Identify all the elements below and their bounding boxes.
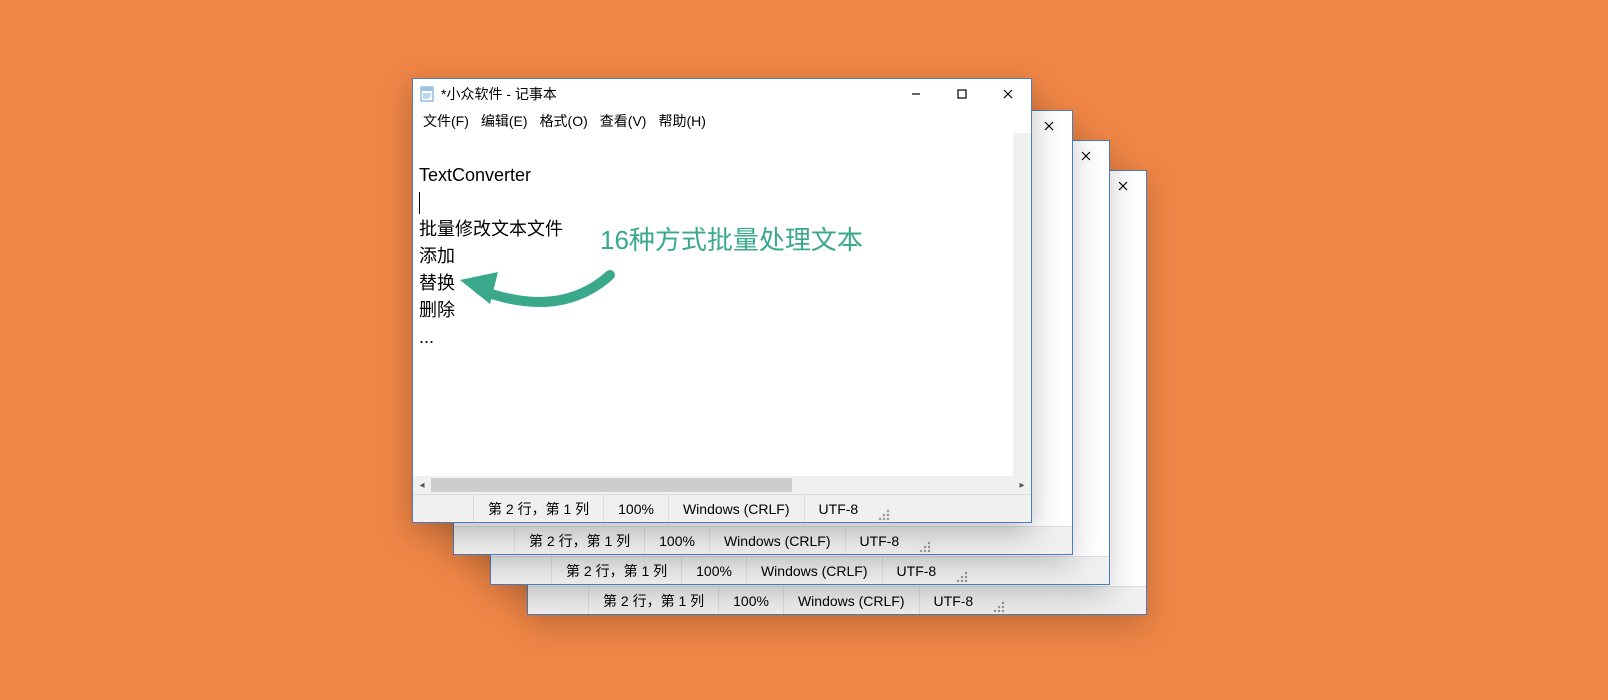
menubar: 文件(F) 编辑(E) 格式(O) 查看(V) 帮助(H) xyxy=(413,109,1031,133)
status-position: 第 2 行，第 1 列 xyxy=(551,557,681,584)
menu-file[interactable]: 文件(F) xyxy=(417,111,475,131)
resize-grip[interactable] xyxy=(913,527,933,555)
status-line-ending: Windows (CRLF) xyxy=(668,495,804,522)
status-encoding: UTF-8 xyxy=(804,495,873,522)
notepad-window-front: *小众软件 - 记事本 文件(F) 编辑(E) 格式(O) 查看(V) 帮助(H… xyxy=(412,78,1032,523)
editor-line: 添加 xyxy=(419,246,455,266)
editor-line: 替换 xyxy=(419,273,455,293)
scroll-right-icon[interactable]: ▸ xyxy=(1013,476,1031,494)
status-encoding: UTF-8 xyxy=(882,557,951,584)
status-encoding: UTF-8 xyxy=(845,527,914,554)
resize-grip[interactable] xyxy=(872,495,892,523)
editor-line: TextConverter xyxy=(419,165,531,185)
editor-line: 删除 xyxy=(419,300,455,320)
scroll-left-icon[interactable]: ◂ xyxy=(413,476,431,494)
text-editor[interactable]: TextConverter 批量修改文本文件 添加 替换 删除 ... xyxy=(413,133,1031,476)
menu-help[interactable]: 帮助(H) xyxy=(652,111,711,131)
editor-line: ... xyxy=(419,327,434,347)
status-position: 第 2 行，第 1 列 xyxy=(514,527,644,554)
status-zoom: 100% xyxy=(603,495,668,522)
status-encoding: UTF-8 xyxy=(919,587,988,614)
scrollbar-thumb[interactable] xyxy=(431,478,792,492)
resize-grip[interactable] xyxy=(950,557,970,585)
status-line-ending: Windows (CRLF) xyxy=(746,557,882,584)
close-button[interactable] xyxy=(985,79,1031,109)
text-cursor xyxy=(419,192,420,214)
minimize-button[interactable] xyxy=(893,79,939,109)
status-zoom: 100% xyxy=(644,527,709,554)
titlebar[interactable]: *小众软件 - 记事本 xyxy=(413,79,1031,109)
notepad-icon xyxy=(419,86,435,102)
status-position: 第 2 行，第 1 列 xyxy=(473,495,603,522)
status-position: 第 2 行，第 1 列 xyxy=(588,587,718,614)
close-button[interactable] xyxy=(1026,111,1072,141)
vertical-scrollbar[interactable] xyxy=(1013,133,1031,476)
status-zoom: 100% xyxy=(718,587,783,614)
editor-line: 批量修改文本文件 xyxy=(419,219,563,239)
menu-view[interactable]: 查看(V) xyxy=(594,111,653,131)
maximize-button[interactable] xyxy=(939,79,985,109)
status-line-ending: Windows (CRLF) xyxy=(709,527,845,554)
window-title: *小众软件 - 记事本 xyxy=(441,84,893,104)
horizontal-scrollbar[interactable]: ◂ ▸ xyxy=(413,476,1031,494)
status-zoom: 100% xyxy=(681,557,746,584)
menu-edit[interactable]: 编辑(E) xyxy=(475,111,534,131)
status-line-ending: Windows (CRLF) xyxy=(783,587,919,614)
menu-format[interactable]: 格式(O) xyxy=(534,111,594,131)
statusbar: 第 2 行，第 1 列 100% Windows (CRLF) UTF-8 xyxy=(413,494,1031,522)
scrollbar-track[interactable] xyxy=(431,476,1013,494)
resize-grip[interactable] xyxy=(987,587,1007,615)
